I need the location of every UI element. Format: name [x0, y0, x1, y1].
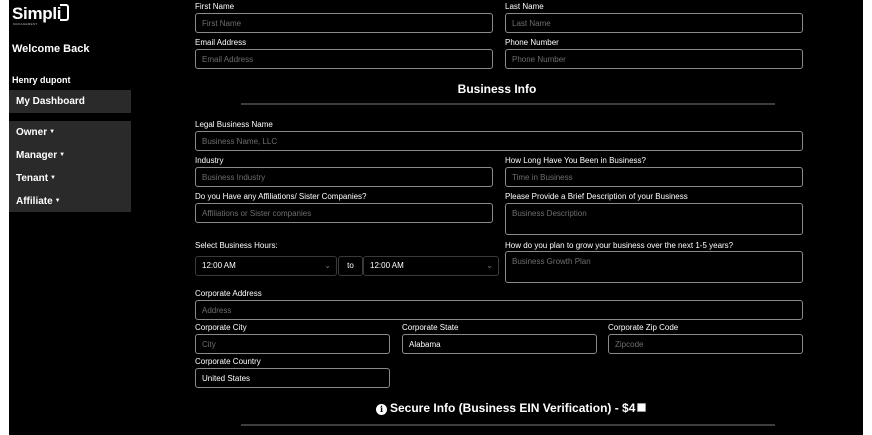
- description-label: Please Provide a Brief Description of yo…: [505, 192, 688, 201]
- section-divider: [241, 103, 775, 105]
- sidebar-item-manager[interactable]: Manager ▼: [9, 144, 131, 167]
- hours-from-select[interactable]: 12:00 AM ⌄: [195, 256, 337, 276]
- industry-input[interactable]: [195, 167, 493, 187]
- industry-label: Industry: [195, 156, 224, 165]
- state-label: Corporate State: [402, 323, 459, 332]
- sidebar-item-tenant[interactable]: Tenant ▼: [9, 167, 131, 190]
- legal-name-input[interactable]: [195, 131, 803, 151]
- logo-subtext: MANAGEMENT: [13, 22, 38, 26]
- city-input[interactable]: [195, 334, 390, 354]
- first-name-label: First Name: [195, 2, 235, 11]
- email-input[interactable]: [195, 49, 493, 69]
- affiliations-label: Do you Have any Affiliations/ Sister Com…: [195, 192, 367, 201]
- business-hours-label: Select Business Hours:: [195, 241, 278, 250]
- caret-down-icon: ▼: [49, 129, 56, 135]
- caret-down-icon: ▼: [50, 175, 56, 181]
- city-label: Corporate City: [195, 323, 247, 332]
- welcome-heading: Welcome Back: [12, 43, 90, 55]
- time-in-business-input[interactable]: [505, 167, 803, 187]
- user-name: Henry dupont: [12, 75, 71, 85]
- zip-label: Corporate Zip Code: [608, 323, 679, 332]
- sidebar: Simpli MANAGEMENT Welcome Back Henry dup…: [9, 0, 131, 435]
- business-info-title: Business Info: [457, 82, 537, 96]
- secure-info-checkbox[interactable]: [637, 403, 647, 412]
- growth-plan-textarea[interactable]: [505, 251, 803, 283]
- sidebar-item-dashboard[interactable]: My Dashboard: [9, 90, 131, 113]
- state-select[interactable]: [402, 334, 597, 354]
- sidebar-item-label: Affiliate: [16, 196, 53, 207]
- last-name-label: Last Name: [505, 2, 544, 11]
- logo-mark-icon: [60, 4, 70, 21]
- hours-from-value: 12:00 AM: [202, 261, 236, 270]
- phone-input[interactable]: [505, 49, 803, 69]
- last-name-input[interactable]: [505, 13, 803, 33]
- sidebar-item-label: Tenant: [16, 173, 49, 184]
- description-textarea[interactable]: [505, 203, 803, 235]
- sidebar-item-owner[interactable]: Owner ▼: [9, 121, 131, 144]
- phone-label: Phone Number: [505, 38, 559, 47]
- address-label: Corporate Address: [195, 289, 262, 298]
- address-input[interactable]: [195, 300, 803, 320]
- hours-to-select[interactable]: 12:00 AM ⌄: [363, 256, 499, 276]
- caret-down-icon: ▼: [59, 152, 66, 158]
- chevron-down-icon: ⌄: [486, 261, 493, 270]
- time-in-business-label: How Long Have You Been in Business?: [505, 156, 646, 165]
- first-name-input[interactable]: [195, 13, 493, 33]
- email-label: Email Address: [195, 38, 247, 47]
- logo[interactable]: Simpli MANAGEMENT: [12, 4, 70, 28]
- secure-info-label: Secure Info (Business EIN Verification) …: [390, 401, 636, 415]
- sidebar-menu: Owner ▼ Manager ▼ Tenant ▼ Affiliate ▼: [9, 121, 131, 212]
- hours-to-label: to: [338, 256, 363, 276]
- affiliations-input[interactable]: [195, 203, 493, 223]
- logo-text: Simpli: [12, 4, 62, 23]
- app-window: Simpli MANAGEMENT Welcome Back Henry dup…: [9, 0, 863, 435]
- business-form: First Name Last Name Email Address Phone…: [131, 0, 863, 435]
- secure-info-row: i Secure Info (Business EIN Verification)…: [376, 401, 647, 415]
- chevron-down-icon: ⌄: [324, 261, 331, 270]
- section-divider: [241, 424, 775, 426]
- sidebar-item-label: Manager: [16, 150, 58, 161]
- growth-plan-label: How do you plan to grow your business ov…: [505, 241, 734, 250]
- caret-down-icon: ▼: [54, 198, 61, 204]
- sidebar-item-label: Owner: [16, 127, 48, 138]
- country-label: Corporate Country: [195, 357, 261, 366]
- info-icon: i: [376, 404, 387, 415]
- sidebar-item-affiliate[interactable]: Affiliate ▼: [9, 190, 131, 213]
- zip-input[interactable]: [608, 334, 803, 354]
- legal-name-label: Legal Business Name: [195, 120, 273, 129]
- country-input[interactable]: [195, 368, 390, 388]
- hours-to-value: 12:00 AM: [370, 261, 404, 270]
